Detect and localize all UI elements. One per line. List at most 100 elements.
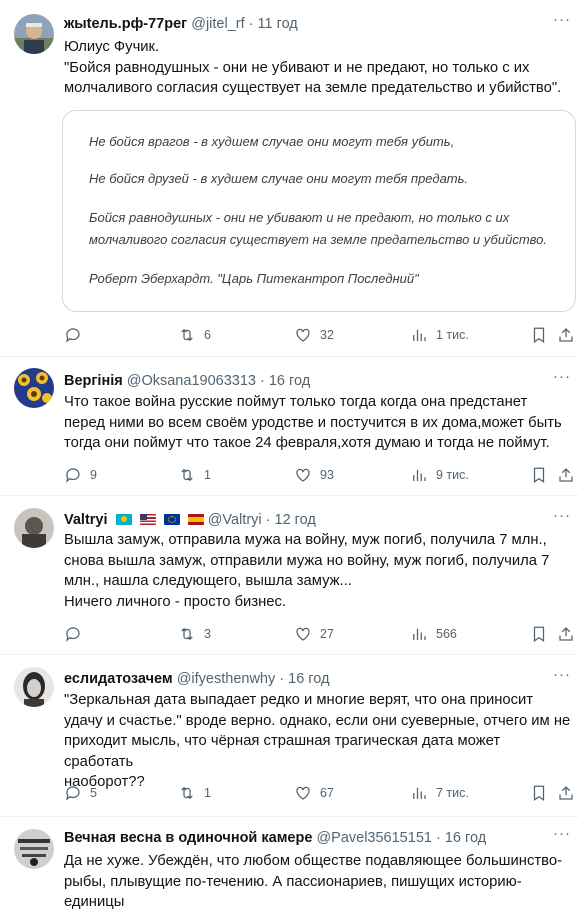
display-name[interactable]: Вечная весна в одиночной камере [64,830,312,846]
tweet-1[interactable]: жыtель.рф-77рег @jitel_rf · 11 год ··· Ю… [0,0,579,357]
share-button[interactable] [557,465,575,485]
spain-flag-icon [187,514,204,525]
more-options-icon[interactable]: ··· [551,508,573,526]
handle[interactable]: @Oksana19063313 [127,373,256,389]
avatar[interactable] [14,368,54,408]
tweet-3[interactable]: Valtryi @Valtryi · 12 год ··· Вышла заму… [0,496,579,655]
display-name[interactable]: жыtель.рф-77рег [64,16,187,32]
tweet-header: Вечная весна в одиночной камере @Pavel35… [64,830,487,846]
like-button[interactable]: 32 [294,325,334,345]
bookmark-button[interactable] [530,465,548,485]
handle[interactable]: @ifyesthenwhy [177,671,276,687]
heart-icon [296,468,310,482]
quote-line: Бойся равнодушных - они не убивают и не … [89,210,510,225]
reply-button[interactable]: 9 [64,465,97,485]
reply-button[interactable] [64,325,90,345]
analytics-icon [413,329,426,341]
tweet-4[interactable]: еслидатозачем @ifyesthenwhy · 16 год ···… [0,655,579,817]
bookmark-icon [533,467,545,483]
bookmark-icon [533,626,545,642]
share-button[interactable] [557,325,575,345]
bookmark-button[interactable] [530,783,548,803]
bookmark-icon [533,327,545,343]
quote-line: Не бойся друзей - в худшем случае они мо… [89,171,469,186]
more-options-icon[interactable]: ··· [551,667,573,685]
handle[interactable]: @Pavel35615151 [316,830,432,846]
quote-line: Роберт Эберхардт. "Царь Питекантроп Посл… [89,271,419,286]
retweet-button[interactable]: 1 [178,465,211,485]
heart-icon [296,786,310,800]
tweet-text: Да не хуже. Убеждён, что любом обществе … [64,853,562,910]
tweet-header: Вергінія @Oksana19063313 · 16 год [64,373,311,389]
retweet-button[interactable]: 3 [178,624,211,644]
share-icon [559,786,573,800]
tweet-actions: 3 27 566 [60,624,579,644]
retweet-icon [181,627,193,641]
retweet-button[interactable]: 1 [178,783,211,803]
tweet-header: еслидатозачем @ifyesthenwhy · 16 год [64,671,330,687]
tweet-5[interactable]: Вечная весна в одиночной камере @Pavel35… [0,817,579,919]
timestamp[interactable]: 16 год [269,373,310,389]
views-button[interactable]: 1 тис. [410,325,469,345]
retweet-icon [181,328,193,342]
share-button[interactable] [557,624,575,644]
tweet-text: Что такое война русские поймут только то… [64,394,562,451]
avatar[interactable] [14,667,54,707]
reply-icon [65,328,80,343]
like-button[interactable]: 67 [294,783,334,803]
share-icon [559,328,573,342]
retweet-icon [181,786,193,800]
handle[interactable]: @jitel_rf [191,16,244,32]
share-icon [559,468,573,482]
timestamp[interactable]: 16 год [445,830,486,846]
bookmark-button[interactable] [530,624,548,644]
heart-icon [296,328,310,342]
more-options-icon[interactable]: ··· [551,369,573,387]
views-button[interactable]: 7 тис. [410,783,469,803]
tweet-header: жыtель.рф-77рег @jitel_rf · 11 год [64,16,298,32]
usa-flag-icon [139,514,156,525]
share-button[interactable] [557,783,575,803]
reply-icon [65,468,80,483]
retweet-button[interactable]: 6 [178,325,211,345]
eu-flag-icon [163,514,180,525]
heart-icon [296,627,310,641]
tweet-actions: 9 1 93 9 тис. [60,465,579,485]
timestamp[interactable]: 12 год [275,512,316,528]
bookmark-icon [533,785,545,801]
display-name[interactable]: еслидатозачем [64,671,173,687]
analytics-icon [413,787,426,799]
avatar[interactable] [14,829,54,869]
timestamp[interactable]: 11 год [258,16,298,32]
handle[interactable]: @Valtryi [208,512,262,528]
quote-line: молчаливого согласия существует на земле… [89,232,548,247]
views-button[interactable]: 566 [410,624,457,644]
reply-icon [65,627,80,642]
tweet-2[interactable]: Вергінія @Oksana19063313 · 16 год ··· Чт… [0,357,579,496]
tweet-actions: 5 1 67 7 тис. [60,783,579,803]
quote-line: Не бойся врагов - в худшем случае они мо… [89,134,455,149]
views-button[interactable]: 9 тис. [410,465,469,485]
like-button[interactable]: 93 [294,465,334,485]
analytics-icon [413,628,426,640]
more-options-icon[interactable]: ··· [551,12,573,30]
tweet-header: Valtryi @Valtryi · 12 год [64,512,316,528]
reply-button[interactable] [64,624,90,644]
analytics-icon [413,469,426,481]
tweet-text: Вышла замуж, отправила мужа на войну, му… [64,532,550,610]
avatar[interactable] [14,508,54,548]
avatar[interactable] [14,14,54,54]
like-button[interactable]: 27 [294,624,334,644]
display-name[interactable]: Вергінія [64,373,123,389]
tweet-actions: 6 32 1 тис. [60,325,579,345]
bookmark-button[interactable] [530,325,548,345]
reply-button[interactable]: 5 [64,783,97,803]
tweet-text: "Зеркальная дата выпадает редко и многие… [64,692,571,790]
timestamp[interactable]: 16 год [288,671,329,687]
share-icon [559,627,573,641]
quoted-image[interactable]: Не бойся врагов - в худшем случае они мо… [62,110,576,312]
display-name[interactable]: Valtryi [64,512,108,528]
tweet-text: Юлиус Фучик. "Бойся равнодушных - они не… [64,39,562,96]
kazakhstan-flag-icon [115,514,132,525]
more-options-icon[interactable]: ··· [551,826,573,844]
